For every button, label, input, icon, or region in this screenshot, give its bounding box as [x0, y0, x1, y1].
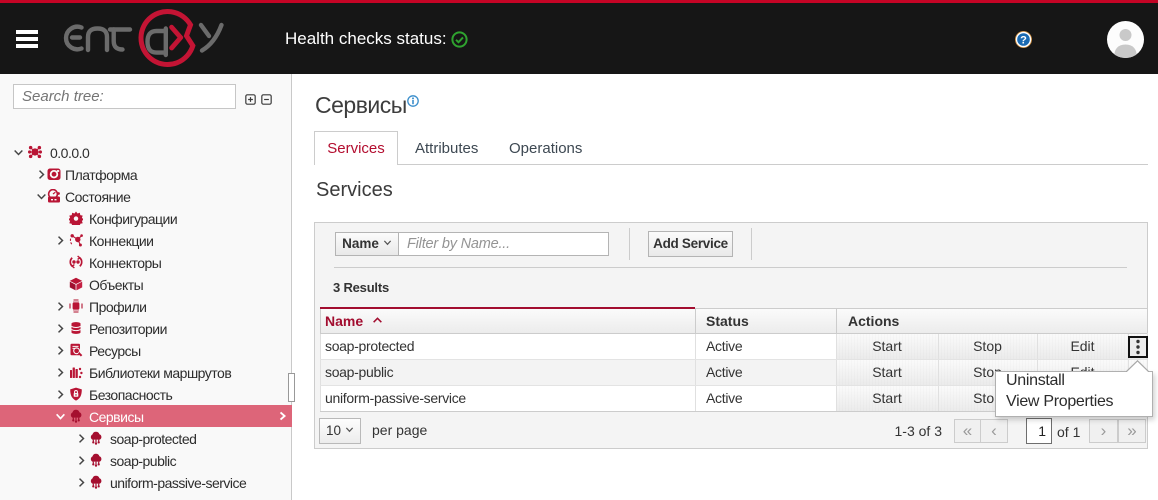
svg-text:?: ? — [1020, 34, 1027, 46]
